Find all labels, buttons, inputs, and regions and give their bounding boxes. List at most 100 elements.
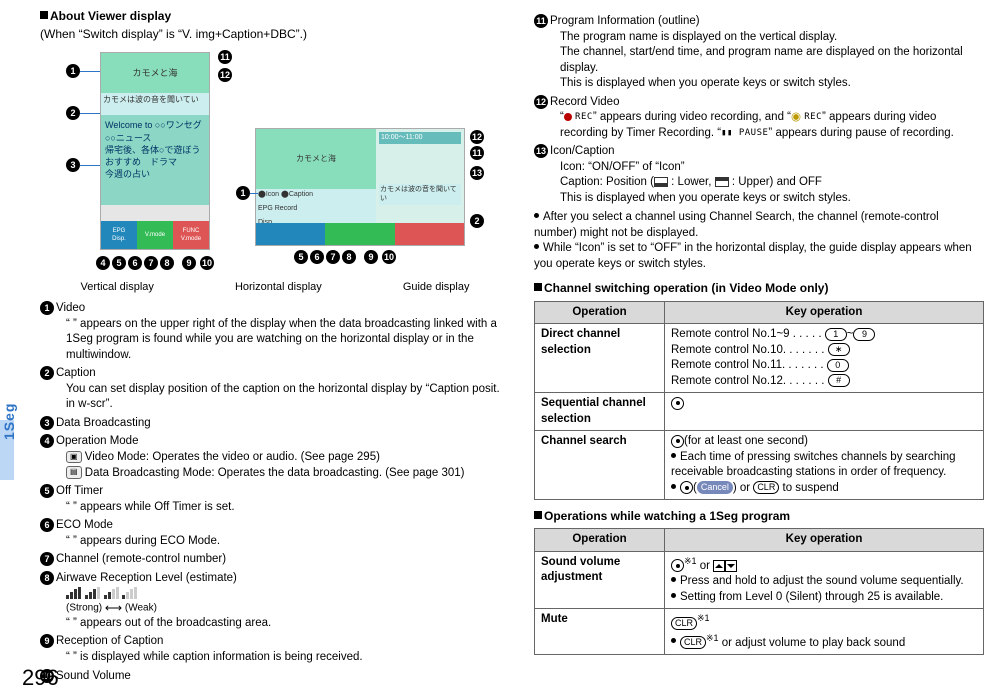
t2-h2: Key operation (665, 529, 984, 552)
t1-r1-op: Direct channel selection (535, 324, 665, 393)
horiz-row-epg: EPG Record (256, 203, 376, 217)
softkey-2: V.mode (137, 221, 173, 249)
vert-dbc-area: Welcome to ○○ワンセグ ○○ニュース 帰宅後、各体○で遊ぼう おすす… (101, 115, 209, 205)
softkey-3b (395, 223, 464, 245)
item-caption: 2Caption You can set display position of… (40, 366, 510, 413)
t1-r3-op: Channel search (535, 431, 665, 500)
callout-2: 2 (66, 106, 80, 120)
callout-9b: 9 (364, 250, 378, 264)
t1-h2: Key operation (665, 301, 984, 324)
vert-softkey-bar: EPGDisp. V.mode FUNCV.mode (101, 221, 209, 249)
caption-upper-icon (715, 177, 729, 187)
callout-1b: 1 (236, 186, 250, 200)
rec-dot-icon (564, 113, 572, 121)
item-eco-mode: 6ECO Mode “ ” appears during ECO Mode. (40, 518, 510, 549)
t2-r1-op: Sound volume adjustment (535, 551, 665, 608)
callout-1: 1 (66, 64, 80, 78)
softkey-3: FUNCV.mode (173, 221, 209, 249)
operations-table: OperationKey operation Sound volume adju… (534, 528, 984, 655)
t2-r2-key: CLR※1 CLR※1 or adjust volume to play bac… (665, 609, 984, 655)
callout-12: 12 (218, 68, 232, 82)
pause-icon: ▮▮ (721, 128, 739, 138)
dbc-mode-icon: ▤ (66, 466, 82, 479)
horiz-time: 10:00～11:00 (379, 132, 461, 143)
video-mode-icon: ▣ (66, 451, 82, 464)
vert-dbc-l2: ○○ニュース (105, 132, 205, 144)
diagram-area: カモメと海 カモメは波の音を聞いてい Welcome to ○○ワンセグ ○○ニ… (40, 46, 510, 286)
viewer-display-title-text: About Viewer display (50, 9, 171, 23)
vert-dbc-l4: おすすめ ドラマ (105, 156, 205, 168)
callout-2b: 2 (470, 214, 484, 228)
callout-6: 6 (128, 256, 142, 270)
t1-h1: Operation (535, 301, 665, 324)
arrow-lr-icon: ⟷ (105, 600, 122, 616)
note-2: While “Icon” is set to “OFF” in the hori… (534, 241, 984, 272)
left-column: About Viewer display (When “Switch displ… (40, 8, 510, 687)
key-clr: CLR (753, 481, 779, 494)
vert-video-area: カモメと海 (101, 53, 209, 93)
horizontal-display-mock: カモメと海 ⬤Icon ⬤Caption EPG Record Disp. 10… (255, 128, 465, 246)
t2-h1: Operation (535, 529, 665, 552)
key-cancel: Cancel (697, 481, 733, 494)
right-column: 11Program Information (outline) The prog… (534, 8, 984, 687)
callout-3: 3 (66, 158, 80, 172)
item-data-broadcasting: 3Data Broadcasting (40, 416, 510, 432)
item-icon-caption: 13Icon/Caption Icon: “ON/OFF” of “Icon” … (534, 144, 984, 206)
viewer-display-subtitle: (When “Switch display” is “V. img+Captio… (40, 26, 510, 42)
softkey-2b (325, 223, 394, 245)
callout-11: 11 (218, 50, 232, 64)
viewer-display-title: About Viewer display (40, 8, 510, 24)
note-1: After you select a channel using Channel… (534, 210, 984, 241)
key-0: 0 (827, 359, 849, 372)
side-tab: 1Seg (0, 403, 19, 440)
horiz-video-area: カモメと海 (256, 129, 376, 189)
callout-12b: 12 (470, 130, 484, 144)
key-clr-3: CLR (680, 636, 706, 649)
key-clr-2: CLR (671, 617, 697, 630)
signal-low-icon (104, 587, 120, 599)
key-1: 1 (825, 328, 847, 341)
key-nav-vol (671, 559, 684, 572)
horiz-softkey-bar (256, 223, 464, 245)
item-reception-caption: 9Reception of Caption “ ” is displayed w… (40, 634, 510, 665)
key-hash: # (828, 374, 850, 387)
t2-r1-key: ※1 or Press and hold to adjust the sound… (665, 551, 984, 608)
callout-8b: 8 (342, 250, 356, 264)
t1-r2-key (665, 393, 984, 431)
operations-title: Operations while watching a 1Seg program (534, 508, 984, 524)
key-up (713, 560, 725, 572)
item-operation-mode: 4Operation Mode ▣ Video Mode: Operates t… (40, 434, 510, 481)
callout-5b: 5 (294, 250, 308, 264)
vert-dbc-l1: Welcome to ○○ワンセグ (105, 119, 205, 131)
item-off-timer: 5Off Timer “ ” appears while Off Timer i… (40, 484, 510, 515)
vert-dbc-l5: 今週の占い (105, 168, 205, 180)
callout-8: 8 (160, 256, 174, 270)
callout-6b: 6 (310, 250, 324, 264)
key-star: ∗ (828, 343, 850, 356)
callout-4: 4 (96, 256, 110, 270)
item-channel: 7Channel (remote-control number) (40, 552, 510, 568)
key-down (725, 560, 737, 572)
key-nav-3 (680, 481, 693, 494)
horiz-caption-text: カモメは波の音を聞いてい (379, 184, 461, 205)
key-9: 9 (853, 328, 875, 341)
callout-10: 10 (200, 256, 214, 270)
page-number: 296 (22, 663, 59, 693)
channel-switching-title: Channel switching operation (in Video Mo… (534, 280, 984, 296)
item-list-right: 11Program Information (outline) The prog… (534, 14, 984, 206)
softkey-1b (256, 223, 325, 245)
callout-7b: 7 (326, 250, 340, 264)
vert-dbc-l3: 帰宅後、各体○で遊ぼう (105, 144, 205, 156)
item-program-info: 11Program Information (outline) The prog… (534, 14, 984, 92)
t1-r1-key: Remote control No.1~9 . . . . . 1~9 Remo… (665, 324, 984, 393)
item-record-video: 12Record Video “ REC” appears during vid… (534, 95, 984, 142)
signal-mid-icon (85, 587, 101, 599)
callout-5: 5 (112, 256, 126, 270)
t1-r3-key: (for at least one second) Each time of p… (665, 431, 984, 500)
signal-strong-icon (66, 587, 82, 599)
caption-lower-icon (654, 177, 668, 187)
item-list-left: 1Video “ ” appears on the upper right of… (40, 301, 510, 684)
vert-caption-area: カモメは波の音を聞いてい (101, 93, 209, 115)
callout-11b: 11 (470, 146, 484, 160)
item-video: 1Video “ ” appears on the upper right of… (40, 301, 510, 363)
